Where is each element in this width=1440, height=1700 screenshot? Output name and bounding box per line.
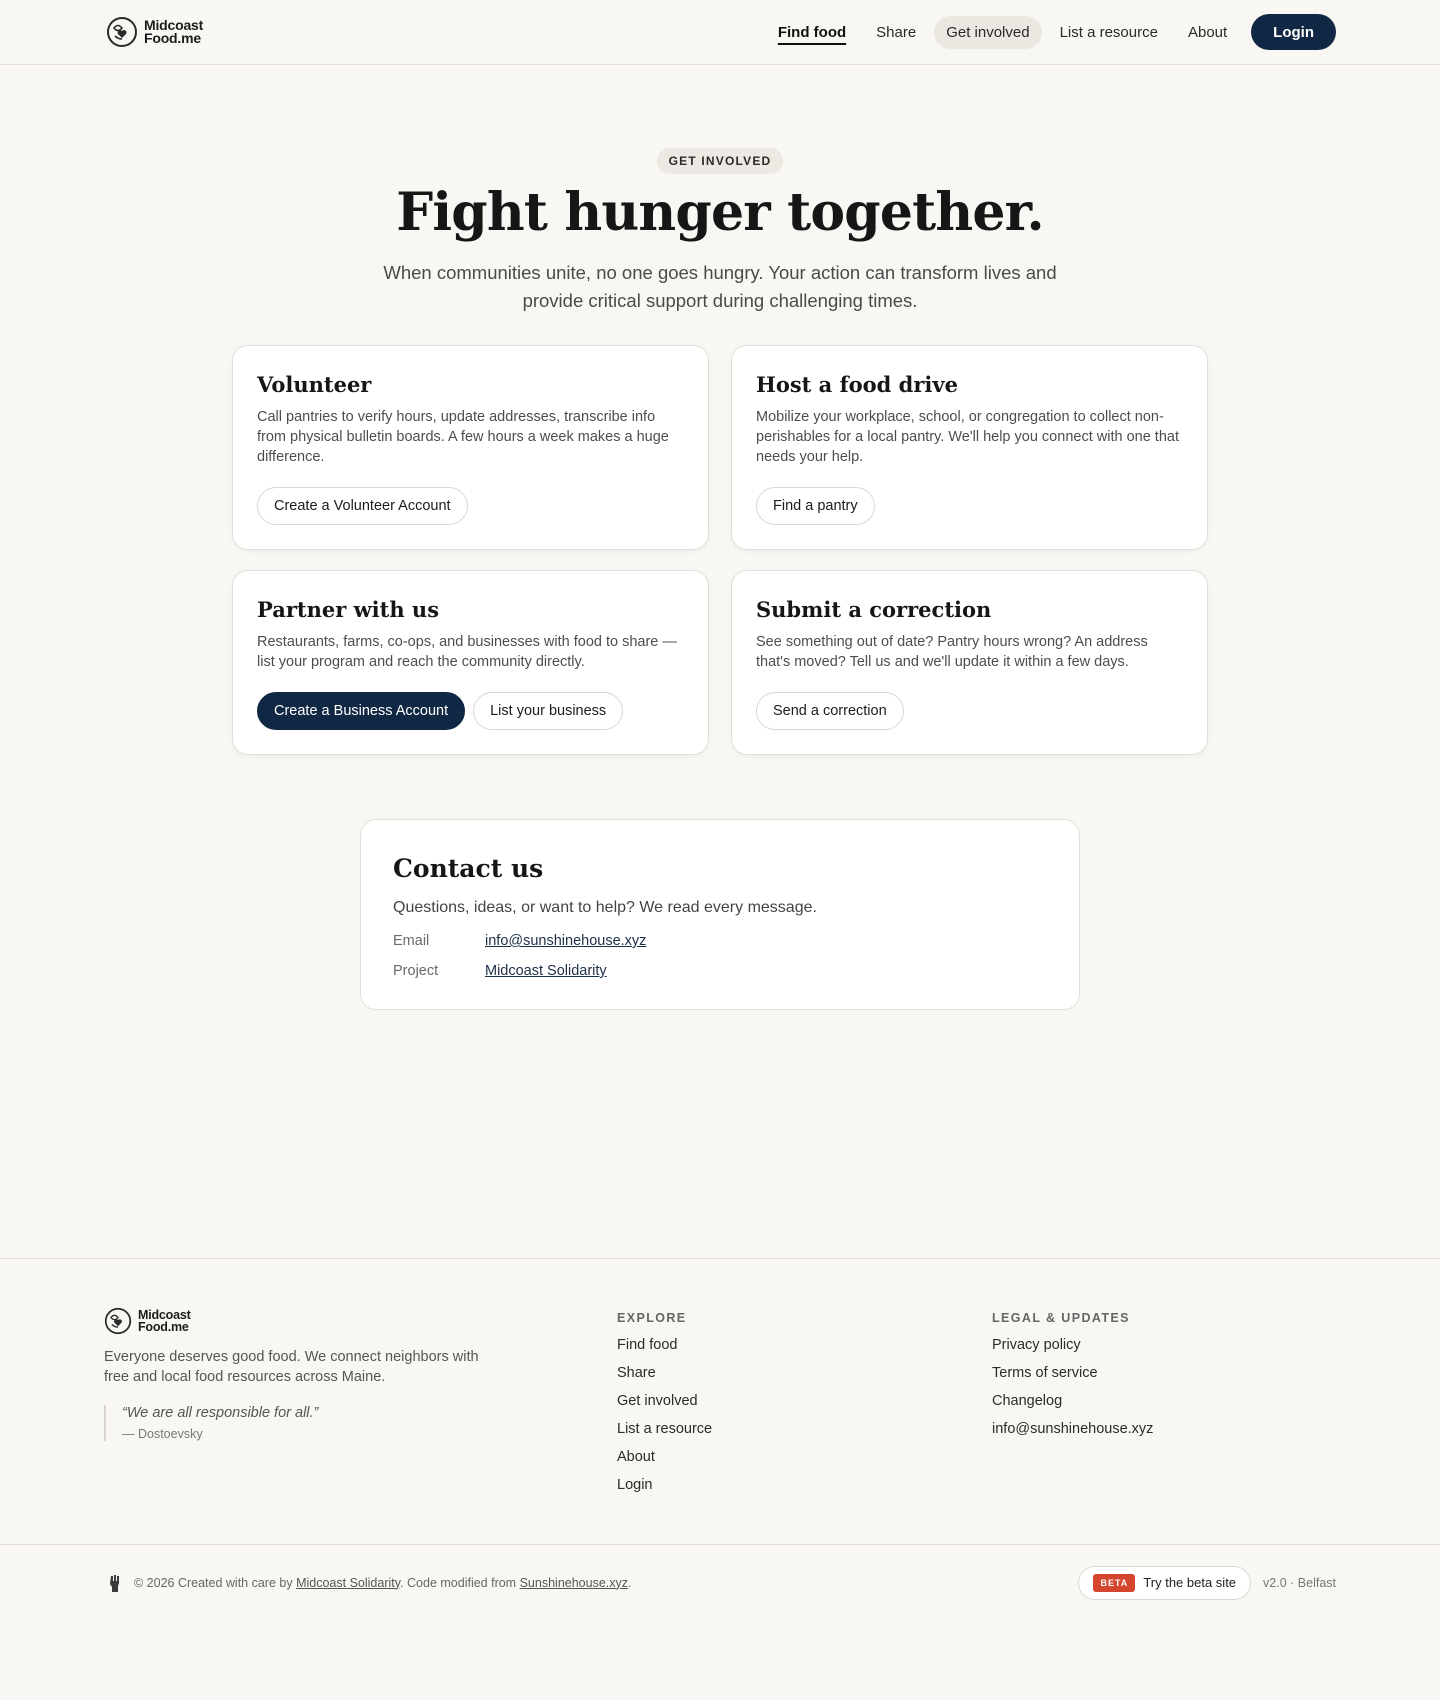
footer-bottom-bar: © 2026 Created with care by Midcoast Sol… bbox=[0, 1544, 1440, 1620]
footer-quote: “We are all responsible for all.” — Dost… bbox=[104, 1405, 617, 1441]
main-nav: Find food Share Get involved List a reso… bbox=[766, 14, 1336, 50]
nav-find-food[interactable]: Find food bbox=[766, 16, 858, 49]
beta-label: Try the beta site bbox=[1143, 1575, 1237, 1590]
food-drive-card: Host a food drive Mobilize your workplac… bbox=[731, 345, 1208, 550]
contact-subtitle: Questions, ideas, or want to help? We re… bbox=[393, 899, 817, 916]
beta-badge: BETA bbox=[1093, 1573, 1136, 1592]
copyright-middle: . Code modified from bbox=[400, 1575, 517, 1590]
version-label: v2.0 · Belfast bbox=[1263, 1575, 1336, 1590]
email-label: Email bbox=[393, 933, 430, 949]
contact-project-row: Project Midcoast Solidarity bbox=[393, 963, 1047, 979]
find-pantry-button[interactable]: Find a pantry bbox=[756, 487, 875, 525]
try-beta-button[interactable]: BETA Try the beta site bbox=[1078, 1565, 1252, 1600]
correction-card: Submit a correction See something out of… bbox=[731, 570, 1208, 755]
project-label: Project bbox=[393, 963, 439, 979]
login-button[interactable]: Login bbox=[1251, 14, 1336, 50]
sunshinehouse-link[interactable]: Sunshinehouse.xyz bbox=[520, 1576, 628, 1590]
create-volunteer-account-button[interactable]: Create a Volunteer Account bbox=[257, 487, 468, 525]
footer-link-about[interactable]: About bbox=[617, 1449, 992, 1477]
card-title: Host a food drive bbox=[756, 372, 958, 397]
card-title: Submit a correction bbox=[756, 597, 992, 622]
partner-card: Partner with us Restaurants, farms, co-o… bbox=[232, 570, 709, 755]
logo-text: Midcoast Food.me bbox=[138, 1309, 191, 1334]
page-title: Fight hunger together. bbox=[396, 182, 1044, 243]
legal-links: Privacy policy Terms of service Changelo… bbox=[992, 1337, 1336, 1449]
card-text: See something out of date? Pantry hours … bbox=[756, 634, 1148, 670]
footer-description: Everyone deserves good food. We connect … bbox=[104, 1349, 479, 1385]
nav-get-involved[interactable]: Get involved bbox=[934, 15, 1042, 49]
nav-list-a-resource[interactable]: List a resource bbox=[1048, 16, 1170, 49]
project-link[interactable]: Midcoast Solidarity bbox=[485, 963, 607, 979]
footer-link-share[interactable]: Share bbox=[617, 1365, 992, 1393]
copyright-suffix: . bbox=[628, 1575, 632, 1590]
card-text: Restaurants, farms, co-ops, and business… bbox=[257, 634, 677, 670]
logo-line2: Food.me bbox=[144, 30, 201, 46]
card-text: Mobilize your workplace, school, or cong… bbox=[756, 409, 1179, 465]
footer-link-privacy[interactable]: Privacy policy bbox=[992, 1337, 1336, 1365]
explore-heading: EXPLORE bbox=[617, 1311, 687, 1325]
create-business-account-button[interactable]: Create a Business Account bbox=[257, 692, 466, 730]
footer-link-list-resource[interactable]: List a resource bbox=[617, 1421, 992, 1449]
contact-card: Contact us Questions, ideas, or want to … bbox=[360, 819, 1080, 1010]
raised-fist-icon bbox=[110, 1574, 119, 1592]
logo-icon bbox=[104, 1307, 132, 1335]
site-footer: Midcoast Food.me Everyone deserves good … bbox=[0, 1258, 1440, 1620]
footer-link-terms[interactable]: Terms of service bbox=[992, 1365, 1336, 1393]
logo-line2: Food.me bbox=[138, 1320, 189, 1334]
contact-title: Contact us bbox=[393, 854, 544, 883]
footer-link-login[interactable]: Login bbox=[617, 1477, 992, 1505]
card-title: Volunteer bbox=[257, 372, 372, 397]
card-text: Call pantries to verify hours, update ad… bbox=[257, 409, 669, 465]
footer-link-changelog[interactable]: Changelog bbox=[992, 1393, 1336, 1421]
hero-subtitle: When communities unite, no one goes hung… bbox=[383, 262, 1057, 311]
contact-email-row: Email info@sunshinehouse.xyz bbox=[393, 933, 1047, 949]
email-link[interactable]: info@sunshinehouse.xyz bbox=[485, 933, 646, 949]
site-logo[interactable]: Midcoast Food.me bbox=[106, 16, 203, 48]
site-header: Midcoast Food.me Find food Share Get inv… bbox=[0, 0, 1440, 65]
eyebrow-badge: GET INVOLVED bbox=[656, 148, 784, 174]
footer-link-email[interactable]: info@sunshinehouse.xyz bbox=[992, 1421, 1336, 1449]
card-title: Partner with us bbox=[257, 597, 440, 622]
nav-about[interactable]: About bbox=[1176, 16, 1239, 49]
midcoast-solidarity-link[interactable]: Midcoast Solidarity bbox=[296, 1576, 400, 1590]
copyright-prefix: © 2026 Created with care by bbox=[134, 1575, 293, 1590]
logo-icon bbox=[107, 17, 137, 47]
explore-links: Find food Share Get involved List a reso… bbox=[617, 1337, 992, 1505]
volunteer-card: Volunteer Call pantries to verify hours,… bbox=[232, 345, 709, 550]
list-business-button[interactable]: List your business bbox=[473, 692, 624, 730]
action-cards: Volunteer Call pantries to verify hours,… bbox=[232, 345, 1208, 755]
footer-link-find-food[interactable]: Find food bbox=[617, 1337, 992, 1365]
copyright-text: © 2026 Created with care by Midcoast Sol… bbox=[134, 1576, 631, 1590]
hero-section: GET INVOLVED Fight hunger together. When… bbox=[0, 65, 1440, 315]
quote-text: “We are all responsible for all.” bbox=[122, 1405, 319, 1421]
send-correction-button[interactable]: Send a correction bbox=[756, 692, 904, 730]
nav-share[interactable]: Share bbox=[864, 16, 928, 49]
footer-link-get-involved[interactable]: Get involved bbox=[617, 1393, 992, 1421]
quote-author: — Dostoevsky bbox=[122, 1427, 203, 1441]
footer-logo[interactable]: Midcoast Food.me bbox=[104, 1307, 617, 1335]
legal-heading: LEGAL & UPDATES bbox=[992, 1311, 1130, 1325]
logo-text: Midcoast Food.me bbox=[144, 18, 203, 46]
